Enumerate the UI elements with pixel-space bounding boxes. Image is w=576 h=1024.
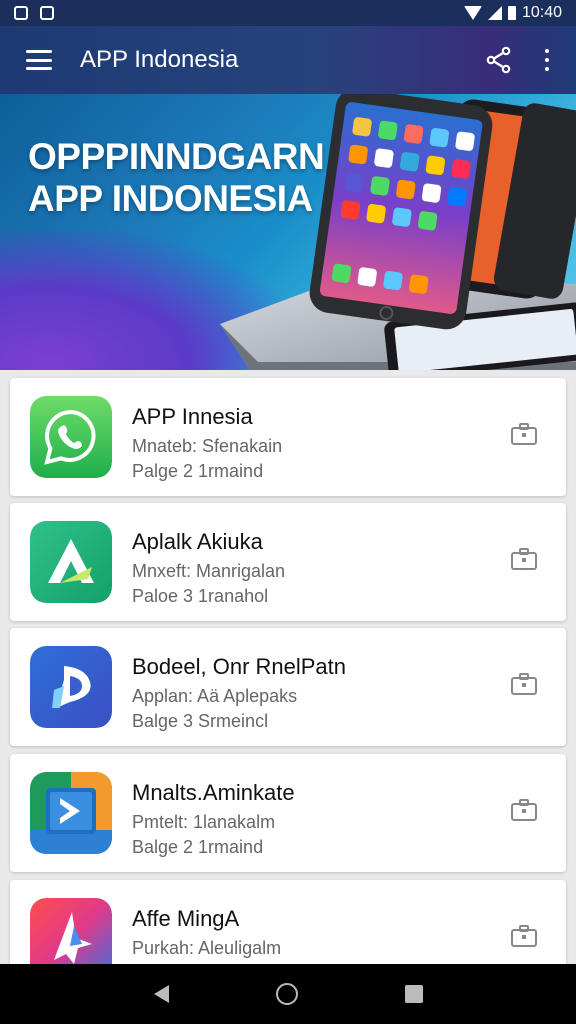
app-meta-line-2: Paloe 3 1ranahol xyxy=(132,586,269,606)
app-name: Mnalts.Aminkate xyxy=(132,780,295,805)
briefcase-icon[interactable] xyxy=(510,672,538,696)
app-name: Bodeel, Onr RnelPatn xyxy=(132,654,347,679)
app-meta: Applan: Aä Aplepaks Balge 3 Srmeincl xyxy=(132,684,297,734)
briefcase-icon[interactable] xyxy=(510,547,538,571)
hamburger-icon xyxy=(26,50,52,53)
more-vert-icon xyxy=(545,49,549,53)
app-card[interactable]: APP Innesia Mnateb: Sfenakain Palge 2 1r… xyxy=(10,378,566,496)
play-logo-icon xyxy=(30,646,112,728)
app-meta: Mnxeft: Manrigalan Paloe 3 1ranahol xyxy=(132,559,285,609)
battery-icon xyxy=(507,6,516,20)
app-title: APP Indonesia xyxy=(80,46,239,73)
app-meta-line-1: Pmtelt: 1lanakalm xyxy=(132,812,276,832)
notification-icon xyxy=(14,6,28,20)
app-meta-line-2: Balge 3 Srmeincl xyxy=(132,711,269,731)
briefcase-icon[interactable] xyxy=(510,924,538,948)
back-icon[interactable] xyxy=(153,985,169,1003)
home-icon[interactable] xyxy=(275,983,298,1005)
app-meta: Mnateb: Sfenakain Palge 2 1rmaind xyxy=(132,434,282,484)
triangle-logo-icon xyxy=(30,521,112,603)
system-navigation-bar xyxy=(0,964,576,1024)
share-icon[interactable] xyxy=(486,46,512,74)
forward-logo-icon xyxy=(30,772,112,854)
app-meta-line-2: Palge 2 1rmaind xyxy=(132,461,264,481)
app-card[interactable]: Mnalts.Aminkate Pmtelt: 1lanakalm Balge … xyxy=(10,754,566,872)
signal-icon xyxy=(487,6,502,20)
app-bar: APP Indonesia xyxy=(0,26,576,94)
notification-icons xyxy=(14,6,54,20)
briefcase-icon[interactable] xyxy=(510,798,538,822)
app-meta-line-1: Mnateb: Sfenakain xyxy=(132,436,283,456)
status-time: 10:40 xyxy=(521,4,562,21)
system-icons: 10:40 xyxy=(463,4,562,22)
photo-notification-icon xyxy=(40,6,54,20)
app-card[interactable]: Aplalk Akiuka Mnxeft: Manrigalan Paloe 3… xyxy=(10,503,566,621)
app-card[interactable]: Bodeel, Onr RnelPatn Applan: Aä Aplepaks… xyxy=(10,628,566,746)
hero-banner[interactable]: OPPPINNDGARN APP INDONESIA xyxy=(0,94,576,370)
whatsapp-icon xyxy=(30,396,112,478)
app-name: Affe MingA xyxy=(132,906,240,931)
wifi-icon xyxy=(463,6,482,20)
devices-illustration xyxy=(220,94,576,370)
app-meta-line-1: Purkah: Aleuligalm xyxy=(132,938,282,958)
more-options-button[interactable] xyxy=(542,49,552,71)
status-bar: 10:40 xyxy=(0,0,576,26)
app-meta-line-1: Applan: Aä Aplepaks xyxy=(132,686,298,706)
app-name: APP Innesia xyxy=(132,404,253,429)
recents-icon[interactable] xyxy=(404,985,423,1003)
briefcase-icon[interactable] xyxy=(510,422,538,446)
app-meta-line-1: Mnxeft: Manrigalan xyxy=(132,561,286,581)
app-meta: Purkah: Aleuligalm xyxy=(132,936,281,961)
app-name: Aplalk Akiuka xyxy=(132,529,263,554)
menu-button[interactable] xyxy=(26,50,52,70)
app-meta: Pmtelt: 1lanakalm Balge 2 1rmaind xyxy=(132,810,275,860)
app-meta-line-2: Balge 2 1rmaind xyxy=(132,837,264,857)
